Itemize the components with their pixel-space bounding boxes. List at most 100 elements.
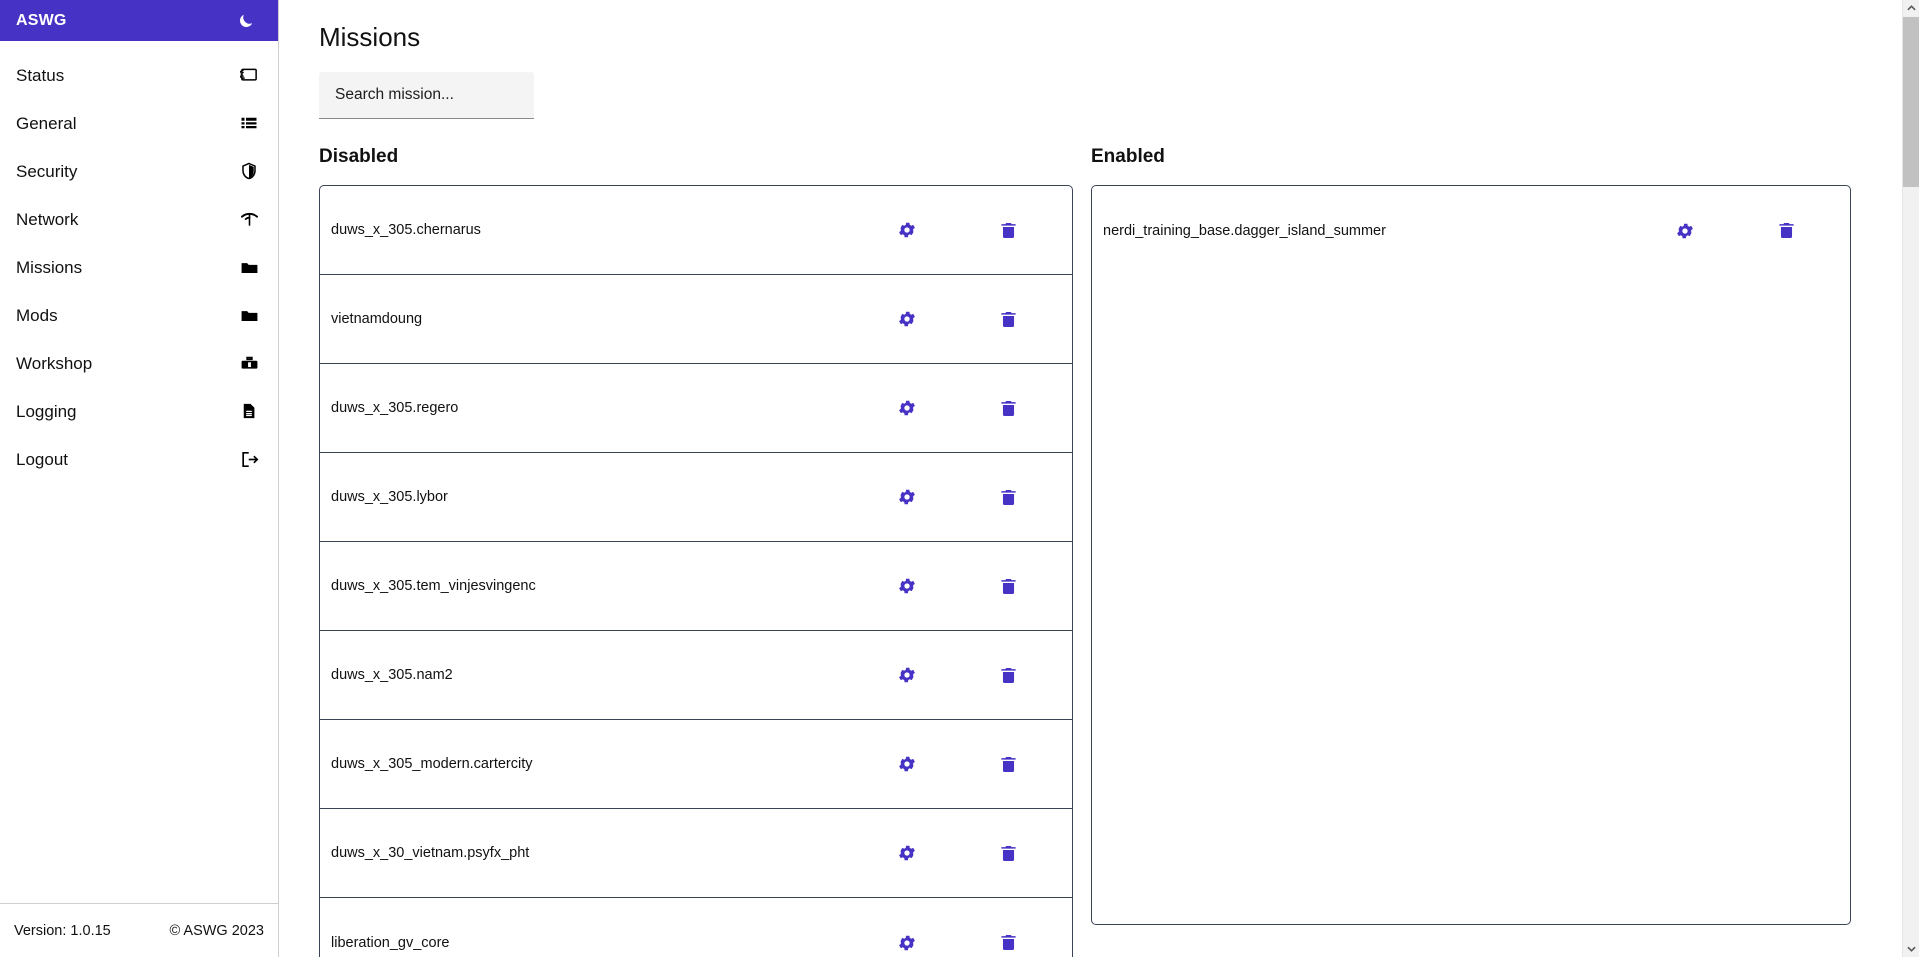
- sidebar-item-general[interactable]: General: [0, 99, 278, 147]
- moon-icon[interactable]: [234, 9, 258, 33]
- disabled-column: Disabled duws_x_305.chernarus vietnamdou…: [319, 147, 1073, 957]
- gear-icon[interactable]: [881, 487, 933, 507]
- sidebar-item-label: Security: [16, 161, 78, 181]
- sidebar-item-logging[interactable]: Logging: [0, 387, 278, 435]
- copyright-label: © ASWG 2023: [169, 922, 264, 939]
- scroll-down-arrow-icon[interactable]: [1902, 940, 1919, 957]
- sidebar-item-missions[interactable]: Missions: [0, 243, 278, 291]
- table-row[interactable]: duws_x_305.tem_vinjesvingenc: [320, 542, 1072, 632]
- sidebar: ASWG Status General Security Network Mis…: [0, 0, 279, 957]
- sidebar-item-label: General: [16, 113, 77, 133]
- gear-icon[interactable]: [881, 309, 933, 329]
- row-actions: [881, 487, 1072, 507]
- trash-icon[interactable]: [982, 666, 1034, 685]
- gear-icon[interactable]: [881, 843, 933, 863]
- sidebar-item-status[interactable]: Status: [0, 51, 278, 99]
- page-title: Missions: [319, 22, 421, 52]
- sidebar-item-label: Workshop: [16, 353, 93, 373]
- mission-columns: Disabled duws_x_305.chernarus vietnamdou…: [319, 147, 1879, 957]
- mission-name: nerdi_training_base.dagger_island_summer: [1103, 222, 1386, 239]
- logout-icon: [238, 448, 260, 470]
- gear-icon[interactable]: [1659, 221, 1711, 241]
- brand-title: ASWG: [16, 11, 67, 29]
- mission-name: duws_x_305.nam2: [331, 667, 453, 684]
- sidebar-nav: Status General Security Network Missions…: [0, 41, 278, 903]
- trash-icon[interactable]: [982, 577, 1034, 596]
- app-root: ASWG Status General Security Network Mis…: [0, 0, 1919, 957]
- sidebar-item-security[interactable]: Security: [0, 147, 278, 195]
- sidebar-item-label: Mods: [16, 305, 58, 325]
- row-actions: [881, 398, 1072, 418]
- table-row[interactable]: duws_x_305.chernarus: [320, 186, 1072, 276]
- table-row[interactable]: duws_x_305.regero: [320, 364, 1072, 454]
- mission-name: vietnamdoung: [331, 311, 423, 328]
- enabled-column-title: Enabled: [1091, 146, 1165, 168]
- mission-name: duws_x_305.lybor: [331, 489, 448, 506]
- sidebar-item-network[interactable]: Network: [0, 195, 278, 243]
- main-content: Missions Disabled duws_x_305.chernarus: [279, 0, 1919, 957]
- table-row[interactable]: duws_x_305.lybor: [320, 453, 1072, 543]
- mission-name: liberation_gv_core: [331, 934, 450, 951]
- row-actions: [1659, 221, 1850, 241]
- scroll-up-arrow-icon[interactable]: [1902, 0, 1919, 17]
- sidebar-item-label: Logout: [16, 449, 68, 469]
- mission-name: duws_x_305.tem_vinjesvingenc: [331, 578, 536, 595]
- table-row[interactable]: nerdi_training_base.dagger_island_summer: [1092, 186, 1850, 275]
- row-actions: [881, 665, 1072, 685]
- sidebar-item-label: Network: [16, 209, 79, 229]
- trash-icon[interactable]: [982, 399, 1034, 418]
- gear-icon[interactable]: [881, 220, 933, 240]
- list-icon: [238, 112, 260, 134]
- table-row[interactable]: duws_x_305_modern.cartercity: [320, 720, 1072, 810]
- trash-icon[interactable]: [1760, 221, 1812, 240]
- scrollbar-thumb[interactable]: [1902, 17, 1919, 187]
- scrollbar-track[interactable]: [1902, 17, 1919, 940]
- gear-icon[interactable]: [881, 576, 933, 596]
- mission-name: duws_x_305.chernarus: [331, 222, 481, 239]
- sidebar-item-label: Status: [16, 65, 65, 85]
- table-row[interactable]: liberation_gv_core: [320, 898, 1072, 957]
- row-actions: [881, 220, 1072, 240]
- row-actions: [881, 933, 1072, 953]
- sidebar-item-label: Missions: [16, 257, 83, 277]
- gear-icon[interactable]: [881, 754, 933, 774]
- search-input[interactable]: [319, 72, 534, 120]
- row-actions: [881, 309, 1072, 329]
- mission-name: duws_x_305_modern.cartercity: [331, 756, 533, 773]
- shield-icon: [238, 160, 260, 182]
- sidebar-header: ASWG: [0, 0, 278, 41]
- table-row[interactable]: duws_x_305.nam2: [320, 631, 1072, 721]
- enabled-column: Enabled nerdi_training_base.dagger_islan…: [1091, 147, 1851, 957]
- wifi-icon: [238, 208, 260, 230]
- sidebar-item-label: Logging: [16, 401, 77, 421]
- table-row[interactable]: vietnamdoung: [320, 275, 1072, 365]
- sidebar-footer: Version: 1.0.15 © ASWG 2023: [0, 903, 278, 957]
- gear-icon[interactable]: [881, 933, 933, 953]
- sidebar-item-workshop[interactable]: Workshop: [0, 339, 278, 387]
- folder-icon: [238, 256, 260, 278]
- version-label: Version: 1.0.15: [14, 922, 111, 939]
- trash-icon[interactable]: [982, 755, 1034, 774]
- mission-name: duws_x_30_vietnam.psyfx_pht: [331, 845, 530, 862]
- row-actions: [881, 576, 1072, 596]
- trash-icon[interactable]: [982, 488, 1034, 507]
- enabled-mission-list: nerdi_training_base.dagger_island_summer: [1091, 185, 1851, 926]
- gear-icon[interactable]: [881, 665, 933, 685]
- trash-icon[interactable]: [982, 310, 1034, 329]
- sidebar-item-logout[interactable]: Logout: [0, 435, 278, 483]
- trash-icon[interactable]: [982, 221, 1034, 240]
- row-actions: [881, 843, 1072, 863]
- gear-icon[interactable]: [881, 398, 933, 418]
- folder-icon: [238, 304, 260, 326]
- disabled-mission-list: duws_x_305.chernarus vietnamdoung duws_x…: [319, 185, 1073, 957]
- document-icon: [238, 400, 260, 422]
- sidebar-item-mods[interactable]: Mods: [0, 291, 278, 339]
- page-scrollbar[interactable]: [1902, 0, 1919, 957]
- cast-screen-icon: [238, 64, 260, 86]
- row-actions: [881, 754, 1072, 774]
- trash-icon[interactable]: [982, 844, 1034, 863]
- search-container: [319, 72, 534, 120]
- table-row[interactable]: duws_x_30_vietnam.psyfx_pht: [320, 809, 1072, 899]
- trash-icon[interactable]: [982, 933, 1034, 952]
- disabled-column-title: Disabled: [319, 146, 399, 168]
